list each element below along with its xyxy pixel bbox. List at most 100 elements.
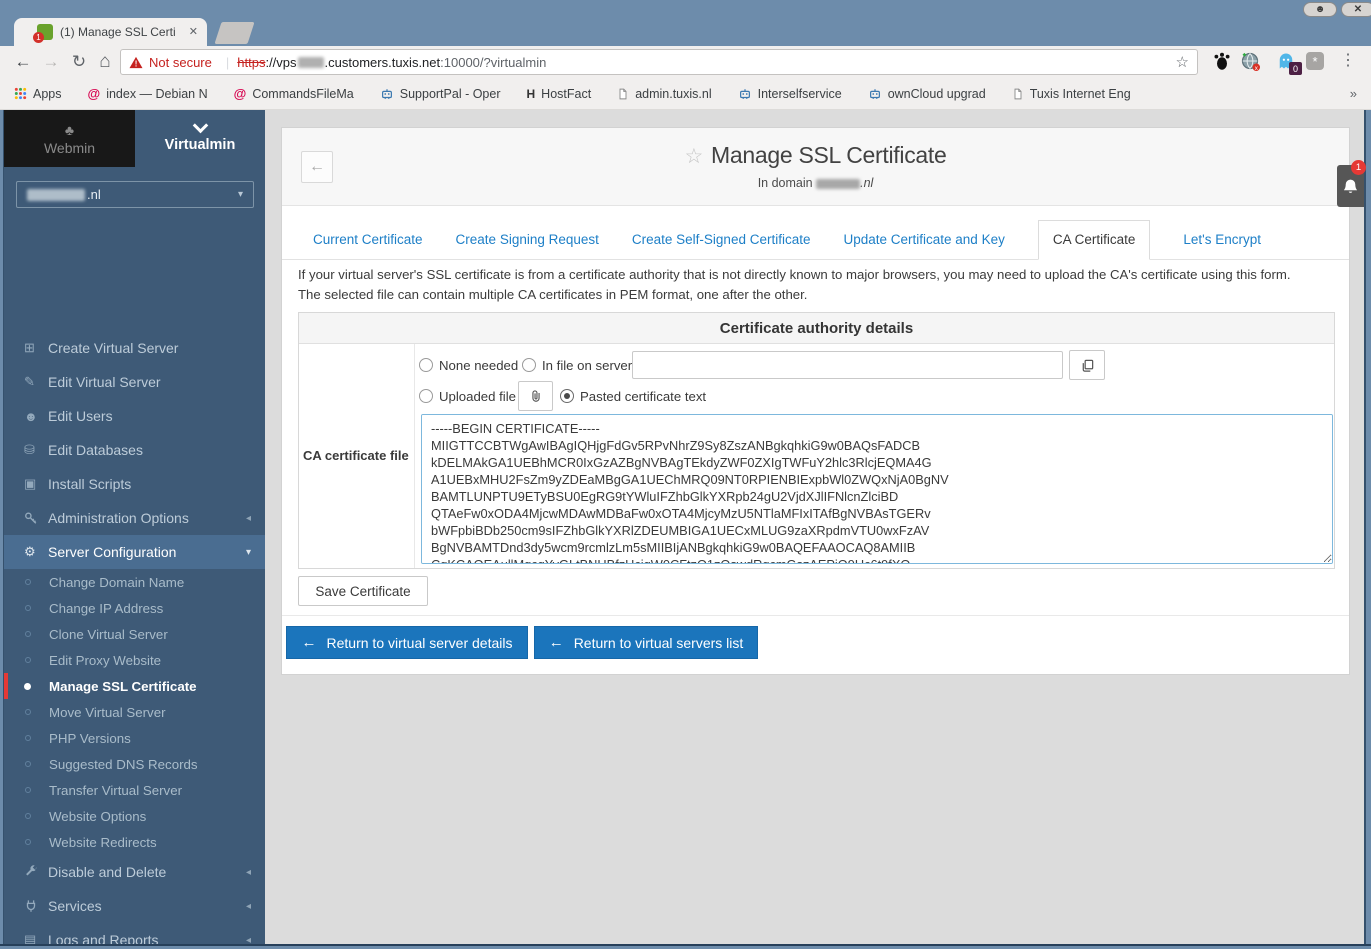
extension-badge: 0	[1289, 62, 1302, 75]
bookmark-item[interactable]: Interselfservice	[738, 87, 842, 101]
radio-in-file-on-server[interactable]	[522, 358, 536, 372]
users-icon: ☻	[24, 408, 38, 424]
bookmarks-bar: Apps @ index — Debian N @ CommandsFileMa S…	[0, 78, 1371, 110]
browser-tab[interactable]: 1 (1) Manage SSL Certi ✕	[14, 18, 207, 46]
bookmark-item[interactable]: @ index — Debian N	[88, 86, 208, 101]
bookmarks-overflow-icon[interactable]: »	[1350, 86, 1357, 101]
key-icon	[24, 511, 48, 525]
tab-close-icon[interactable]: ✕	[189, 25, 198, 38]
robot-icon	[381, 88, 392, 99]
copy-icon	[1082, 359, 1093, 372]
asterisk-extension-icon[interactable]: *	[1306, 52, 1324, 70]
user-icon: ☻	[1314, 4, 1326, 15]
radio-uploaded-file[interactable]	[419, 389, 433, 403]
page-title-row: ☆ Manage SSL Certificate	[282, 142, 1349, 169]
tab-lets-encrypt[interactable]: Let's Encrypt	[1183, 232, 1261, 259]
tab-title: (1) Manage SSL Certi	[60, 25, 176, 39]
browser-toolbar: ← → ↻ ⌂ ! Not secure | https://vps .custo…	[0, 46, 1371, 78]
new-tab-button[interactable]	[214, 22, 255, 44]
tab-ca-certificate[interactable]: CA Certificate	[1037, 220, 1151, 260]
gears-icon: ⚙	[24, 544, 36, 559]
browser-tab-strip: 1 (1) Manage SSL Certi ✕	[0, 18, 1371, 46]
tab-current-certificate[interactable]: Current Certificate	[313, 232, 423, 259]
sidebar-item-create-virtual-server[interactable]: ⊞ Create Virtual Server	[4, 331, 265, 365]
apps-shortcut[interactable]: Apps	[14, 87, 62, 101]
sidebar-subitem-edit-proxy-website[interactable]: Edit Proxy Website	[4, 647, 265, 673]
sidebar-subitem-website-redirects[interactable]: Website Redirects	[4, 829, 265, 855]
sidebar-item-edit-users[interactable]: ☻ Edit Users	[4, 399, 265, 433]
return-to-virtual-servers-list-button[interactable]: ← Return to virtual servers list	[534, 626, 758, 659]
bookmark-star-icon[interactable]: ☆	[1176, 53, 1189, 71]
sidebar-subitem-suggested-dns-records[interactable]: Suggested DNS Records	[4, 751, 265, 777]
notifications-button[interactable]: 1	[1337, 160, 1366, 207]
save-certificate-button[interactable]: Save Certificate	[298, 576, 428, 606]
sidebar: ♣ Webmin Virtualmin .nl ▾ ⊞ Create Virtual…	[4, 110, 265, 944]
url-redacted-segment	[297, 56, 324, 68]
sidebar-item-edit-databases[interactable]: ⛁ Edit Databases	[4, 433, 265, 467]
tab-create-self-signed-certificate[interactable]: Create Self-Signed Certificate	[632, 232, 811, 259]
url-host: .customers.tuxis.net	[324, 54, 441, 70]
sidebar-item-edit-virtual-server[interactable]: ✎ Edit Virtual Server	[4, 365, 265, 399]
radio-none-needed[interactable]	[419, 358, 433, 372]
radio-pasted-certificate-text[interactable]	[560, 389, 574, 403]
globe-extension-icon[interactable]: x	[1240, 51, 1260, 72]
bookmark-item[interactable]: ownCloud upgrad	[868, 87, 986, 101]
sidebar-subitem-move-virtual-server[interactable]: Move Virtual Server	[4, 699, 265, 725]
address-bar[interactable]: ! Not secure | https://vps .customers.tux…	[120, 49, 1198, 75]
database-icon: ⛁	[24, 442, 35, 457]
tab-create-signing-request[interactable]: Create Signing Request	[456, 232, 599, 259]
ghost-extension-icon[interactable]: 0	[1276, 51, 1302, 75]
server-file-path-input[interactable]	[632, 351, 1063, 379]
tab-update-certificate-and-key[interactable]: Update Certificate and Key	[843, 232, 1004, 259]
caret-down-icon: ▾	[237, 189, 243, 200]
arrow-left-icon: ←	[301, 634, 317, 651]
browser-menu-icon[interactable]: ⋮	[1340, 50, 1356, 70]
chevron-down-icon	[192, 117, 208, 134]
bookmark-item[interactable]: @ CommandsFileMa	[234, 86, 354, 101]
arrow-left-icon: ←	[548, 634, 564, 651]
apps-grid-icon	[14, 87, 27, 100]
star-icon: ☆	[684, 145, 704, 168]
ca-certificate-file-label: CA certificate file	[303, 448, 409, 463]
sidebar-subitem-change-ip-address[interactable]: Change IP Address	[4, 595, 265, 621]
upload-file-button[interactable]	[518, 381, 553, 411]
back-icon[interactable]: ←	[12, 51, 34, 73]
sidebar-subitem-clone-virtual-server[interactable]: Clone Virtual Server	[4, 621, 265, 647]
sidebar-item-disable-and-delete[interactable]: Disable and Delete ◂	[4, 855, 265, 889]
window-frame-right	[1364, 110, 1371, 949]
sidebar-item-server-configuration[interactable]: ⚙ Server Configuration ▾	[4, 535, 265, 569]
sidebar-subitem-manage-ssl-certificate[interactable]: Manage SSL Certificate	[4, 673, 265, 699]
sidebar-item-services[interactable]: Services ◂	[4, 889, 265, 923]
certificate-text-area[interactable]: -----BEGIN CERTIFICATE----- MIIGTTCCBTWg…	[421, 414, 1333, 564]
home-icon[interactable]: ⌂	[94, 51, 116, 73]
domain-select[interactable]: .nl ▾	[16, 181, 254, 208]
bookmark-item[interactable]: SupportPal - Oper	[380, 87, 501, 101]
webmin-logo-icon: ♣	[64, 121, 75, 138]
choose-file-button[interactable]	[1069, 350, 1105, 380]
certificate-authority-form: Certificate authority details CA certifi…	[298, 312, 1335, 569]
sidebar-subitem-php-versions[interactable]: PHP Versions	[4, 725, 265, 751]
bookmark-item[interactable]: admin.tuxis.nl	[617, 87, 712, 101]
main-area: ← ☆ Manage SSL Certificate In domain .nl …	[265, 110, 1366, 944]
sidebar-item-administration-options[interactable]: Administration Options ◂	[4, 501, 265, 535]
sidebar-subitem-transfer-virtual-server[interactable]: Transfer Virtual Server	[4, 777, 265, 803]
page-title: Manage SSL Certificate	[711, 142, 947, 168]
paperclip-icon	[531, 390, 540, 402]
return-to-virtual-server-details-button[interactable]: ← Return to virtual server details	[286, 626, 528, 659]
bookmark-item[interactable]: Tuxis Internet Eng	[1012, 87, 1131, 101]
bookmark-item[interactable]: H HostFact	[527, 87, 592, 101]
window-close-button[interactable]: ✕	[1341, 2, 1371, 17]
gnome-foot-extension-icon[interactable]	[1212, 51, 1232, 71]
divider	[282, 615, 1349, 616]
sidebar-subitem-change-domain-name[interactable]: Change Domain Name	[4, 569, 265, 595]
window-user-button[interactable]: ☻	[1303, 2, 1337, 17]
debian-icon: @	[233, 86, 247, 101]
debian-icon: @	[87, 86, 101, 101]
tab-webmin[interactable]: ♣ Webmin	[4, 110, 135, 167]
tab-virtualmin[interactable]: Virtualmin	[135, 110, 265, 167]
sidebar-item-install-scripts[interactable]: ▣ Install Scripts	[4, 467, 265, 501]
forward-icon[interactable]: →	[40, 51, 62, 73]
sidebar-subitem-website-options[interactable]: Website Options	[4, 803, 265, 829]
sidebar-item-logs-and-reports[interactable]: ▤ Logs and Reports ◂	[4, 923, 265, 944]
reload-icon[interactable]: ↻	[68, 51, 90, 73]
